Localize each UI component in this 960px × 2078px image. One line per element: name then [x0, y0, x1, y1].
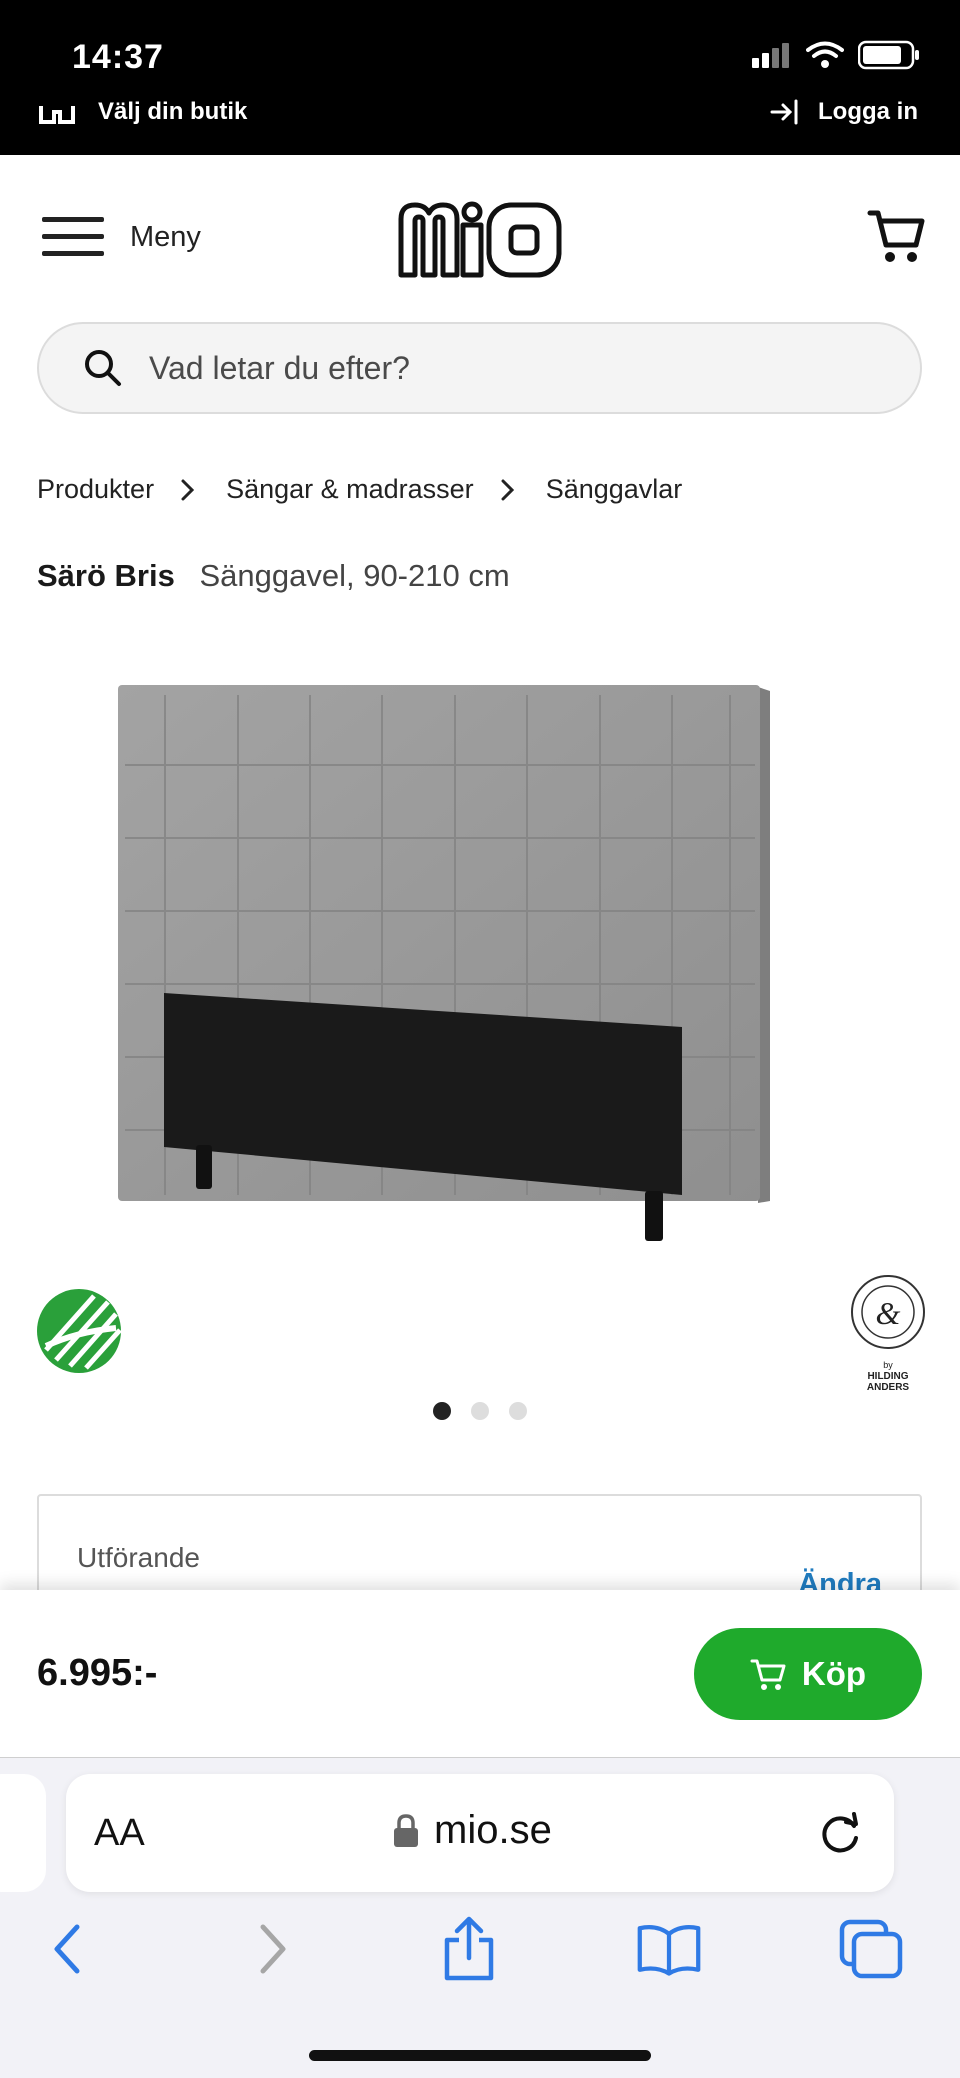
sticky-buy-bar: 6.995:- Köp — [0, 1590, 960, 1758]
breadcrumb-item-sanggavlar[interactable]: Sänggavlar — [546, 474, 683, 505]
share-icon — [444, 1916, 494, 1981]
store-icon — [39, 106, 75, 124]
product-title: Särö Bris Sänggavel, 90-210 cm — [37, 558, 510, 594]
wifi-icon — [806, 41, 844, 68]
headboard-image — [118, 685, 770, 1241]
login-button[interactable]: Logga in — [770, 98, 918, 126]
address-bar[interactable]: AA mio.se — [66, 1774, 894, 1892]
reload-button[interactable] — [816, 1808, 866, 1858]
search-bar[interactable] — [37, 322, 922, 414]
carousel-dots — [433, 1402, 527, 1420]
breadcrumb: Produkter Sängar & madrasser Sänggavlar — [37, 474, 682, 505]
menu-label: Meny — [130, 220, 201, 253]
hilding-anders-text: by HILDING ANDERS — [866, 1360, 910, 1393]
cart-button[interactable] — [866, 205, 926, 265]
tabs-button[interactable] — [838, 1914, 904, 1984]
browser-toolbar — [0, 1914, 960, 1994]
product-description: Sänggavel, 90-210 cm — [199, 558, 510, 593]
top-bar: 14:37 Välj din butik Logga in — [0, 0, 960, 155]
cart-icon — [867, 210, 925, 262]
price: 6.995:- — [37, 1652, 158, 1694]
hamburger-icon — [42, 217, 104, 256]
chevron-right-icon — [500, 478, 516, 502]
mio-logo-icon — [398, 201, 562, 278]
store-row: Välj din butik Logga in — [0, 98, 960, 138]
product-brand: Särö Bris — [37, 558, 175, 593]
breadcrumb-item-sangar[interactable]: Sängar & madrasser — [226, 474, 474, 505]
forward-button[interactable] — [240, 1914, 306, 1984]
buy-button-label: Köp — [801, 1655, 867, 1692]
status-time: 14:37 — [72, 38, 164, 76]
chevron-right-icon — [180, 478, 196, 502]
swan-icon — [37, 1289, 122, 1373]
carousel-dot-2[interactable] — [471, 1402, 489, 1420]
login-icon — [770, 99, 798, 125]
breadcrumb-item-produkter[interactable]: Produkter — [37, 474, 154, 505]
search-icon — [85, 350, 121, 386]
home-indicator — [309, 2050, 651, 2061]
nordic-swan-ecolabel — [36, 1288, 122, 1374]
product-image[interactable] — [110, 675, 770, 1250]
cart-icon — [750, 1659, 786, 1690]
menu-button[interactable]: Meny — [42, 215, 201, 259]
login-label: Logga in — [818, 98, 918, 125]
lock-icon — [394, 1813, 418, 1847]
reader-settings-button[interactable]: AA — [94, 1812, 145, 1855]
svg-text:&: & — [876, 1295, 901, 1331]
chevron-right-icon — [260, 1924, 286, 1974]
variant-label: Utförande — [77, 1542, 200, 1573]
browser-chrome: AA mio.se — [0, 1758, 960, 2078]
back-button[interactable] — [34, 1914, 100, 1984]
search-input[interactable] — [149, 349, 849, 387]
reload-icon — [822, 1812, 858, 1853]
previous-tab-peek[interactable] — [0, 1774, 46, 1892]
hilding-anders-badge: & by HILDING ANDERS — [848, 1272, 928, 1393]
status-icons — [752, 40, 920, 70]
book-icon — [637, 1925, 701, 1976]
mio-logo[interactable] — [397, 199, 563, 279]
carousel-dot-1[interactable] — [433, 1402, 451, 1420]
url-display[interactable]: mio.se — [392, 1808, 552, 1853]
choose-store-label: Välj din butik — [98, 98, 248, 125]
url-text: mio.se — [434, 1808, 552, 1852]
ampersand-seal-icon: & — [851, 1275, 925, 1349]
bookmarks-button[interactable] — [636, 1914, 702, 1984]
carousel-dot-3[interactable] — [509, 1402, 527, 1420]
battery-icon — [858, 40, 919, 70]
share-button[interactable] — [436, 1914, 502, 1984]
signal-icon — [752, 43, 789, 68]
tabs-icon — [839, 1919, 903, 1979]
choose-store-button[interactable]: Välj din butik — [38, 98, 247, 126]
chevron-left-icon — [54, 1924, 80, 1974]
site-header: Meny — [0, 155, 960, 320]
buy-button[interactable]: Köp — [694, 1628, 922, 1720]
